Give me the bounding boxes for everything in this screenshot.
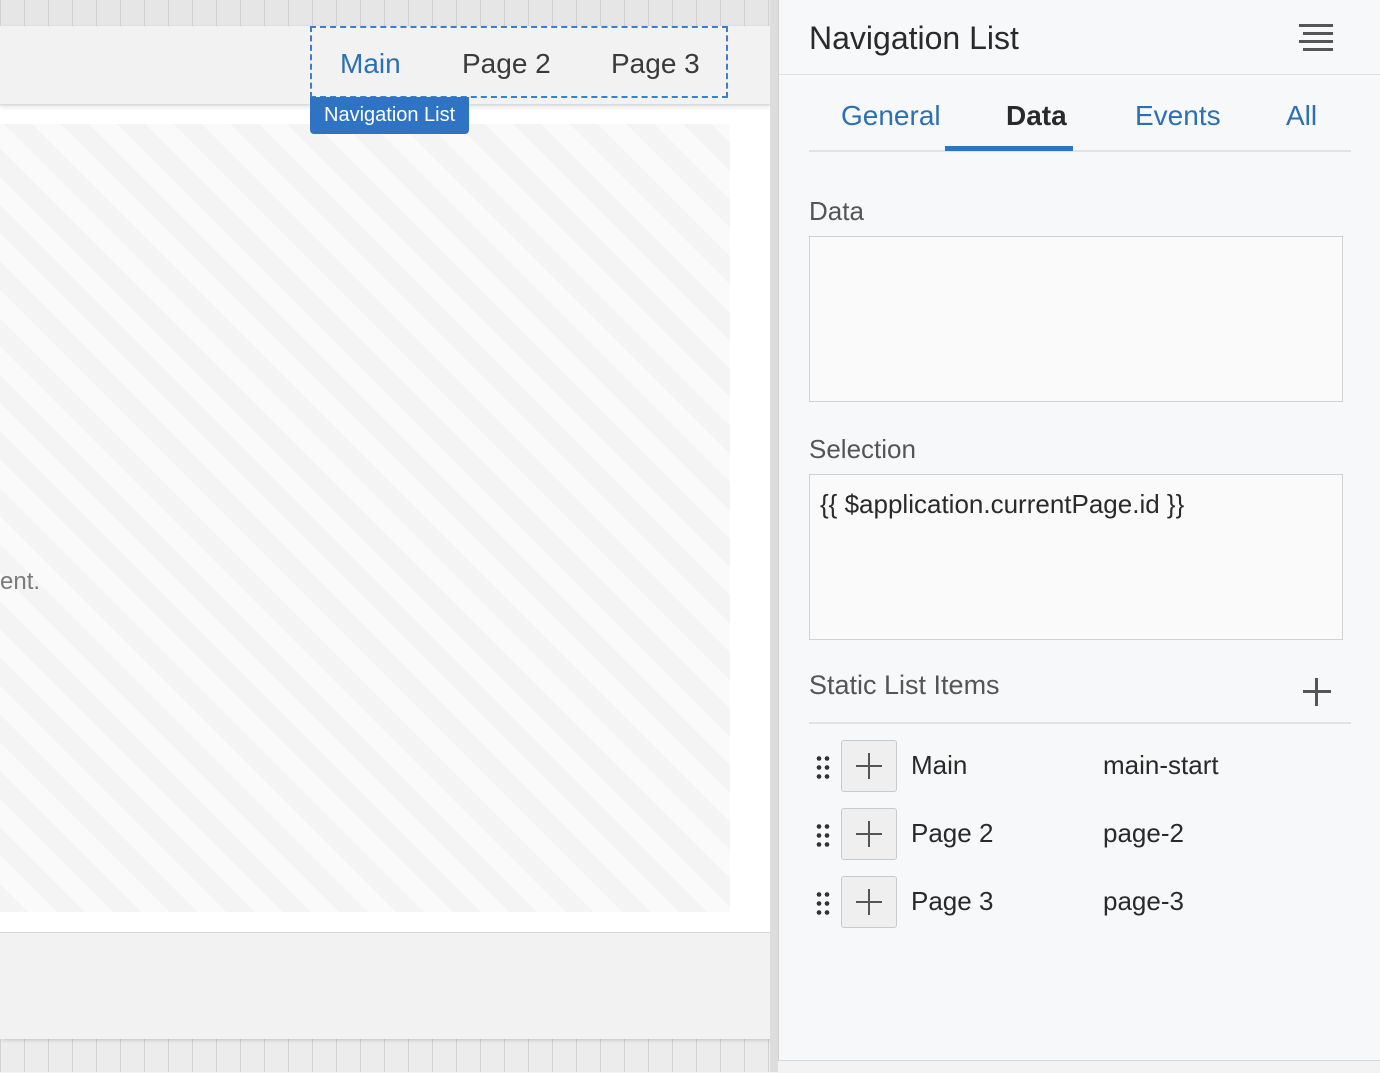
tab-general[interactable]: General <box>841 100 941 132</box>
data-field-label: Data <box>809 196 864 226</box>
data-textarea[interactable] <box>809 236 1343 402</box>
navigation-list-component[interactable]: Main Page 2 Page 3 <box>310 26 728 98</box>
selection-textarea[interactable]: {{ $application.currentPage.id }} <box>809 474 1343 640</box>
page-header[interactable]: Main Page 2 Page 3 Navigation List <box>0 26 770 134</box>
panel-header: Navigation List <box>779 0 1380 75</box>
content-placeholder[interactable] <box>0 124 730 912</box>
list-item-label[interactable]: Page 2 <box>911 818 993 849</box>
list-item-label[interactable]: Page 3 <box>911 886 993 917</box>
canvas-bottom-strip <box>0 1038 778 1072</box>
list-item: Main main-start <box>809 740 1351 794</box>
add-item-icon[interactable] <box>1301 676 1333 708</box>
hamburger-menu-icon[interactable] <box>1299 24 1333 54</box>
list-item-value[interactable]: page-2 <box>1103 818 1184 849</box>
tab-data[interactable]: Data <box>1006 100 1067 132</box>
drag-handle-icon[interactable] <box>815 890 831 918</box>
panel-bottom-strip <box>778 1060 1380 1073</box>
expand-item-button[interactable] <box>841 876 897 928</box>
tab-all[interactable]: All <box>1286 100 1317 132</box>
panel-title: Navigation List <box>809 20 1019 56</box>
property-tabs: General Data Events All <box>809 96 1351 152</box>
page-frame: ent. Main Page 2 Page 3 Navigation List <box>0 26 770 1039</box>
selection-field-label: Selection <box>809 434 916 464</box>
nav-item-page-2[interactable]: Page 2 <box>462 48 551 80</box>
content-placeholder-text: ent. <box>0 568 41 595</box>
designer-canvas: ent. Main Page 2 Page 3 Navigation List <box>0 0 778 1072</box>
properties-panel: Navigation List General Data Events All … <box>778 0 1380 1062</box>
nav-item-page-3[interactable]: Page 3 <box>611 48 700 80</box>
nav-item-main[interactable]: Main <box>340 48 401 80</box>
list-item-value[interactable]: page-3 <box>1103 886 1184 917</box>
list-item: Page 3 page-3 <box>809 876 1351 930</box>
drag-handle-icon[interactable] <box>815 754 831 782</box>
static-list-items-header: Static List Items <box>809 668 1351 724</box>
expand-item-button[interactable] <box>841 740 897 792</box>
list-item-value[interactable]: main-start <box>1103 750 1219 781</box>
list-item: Page 2 page-2 <box>809 808 1351 862</box>
page-content: ent. <box>0 106 770 932</box>
static-list-items-label: Static List Items <box>809 670 1000 700</box>
list-item-label[interactable]: Main <box>911 750 967 781</box>
page-footer[interactable] <box>0 932 770 1039</box>
expand-item-button[interactable] <box>841 808 897 860</box>
component-selection-tag[interactable]: Navigation List <box>310 97 470 134</box>
active-tab-indicator <box>945 146 1073 151</box>
canvas-top-strip <box>0 0 778 26</box>
panel-divider[interactable] <box>770 0 778 1072</box>
tab-events[interactable]: Events <box>1135 100 1221 132</box>
drag-handle-icon[interactable] <box>815 822 831 850</box>
